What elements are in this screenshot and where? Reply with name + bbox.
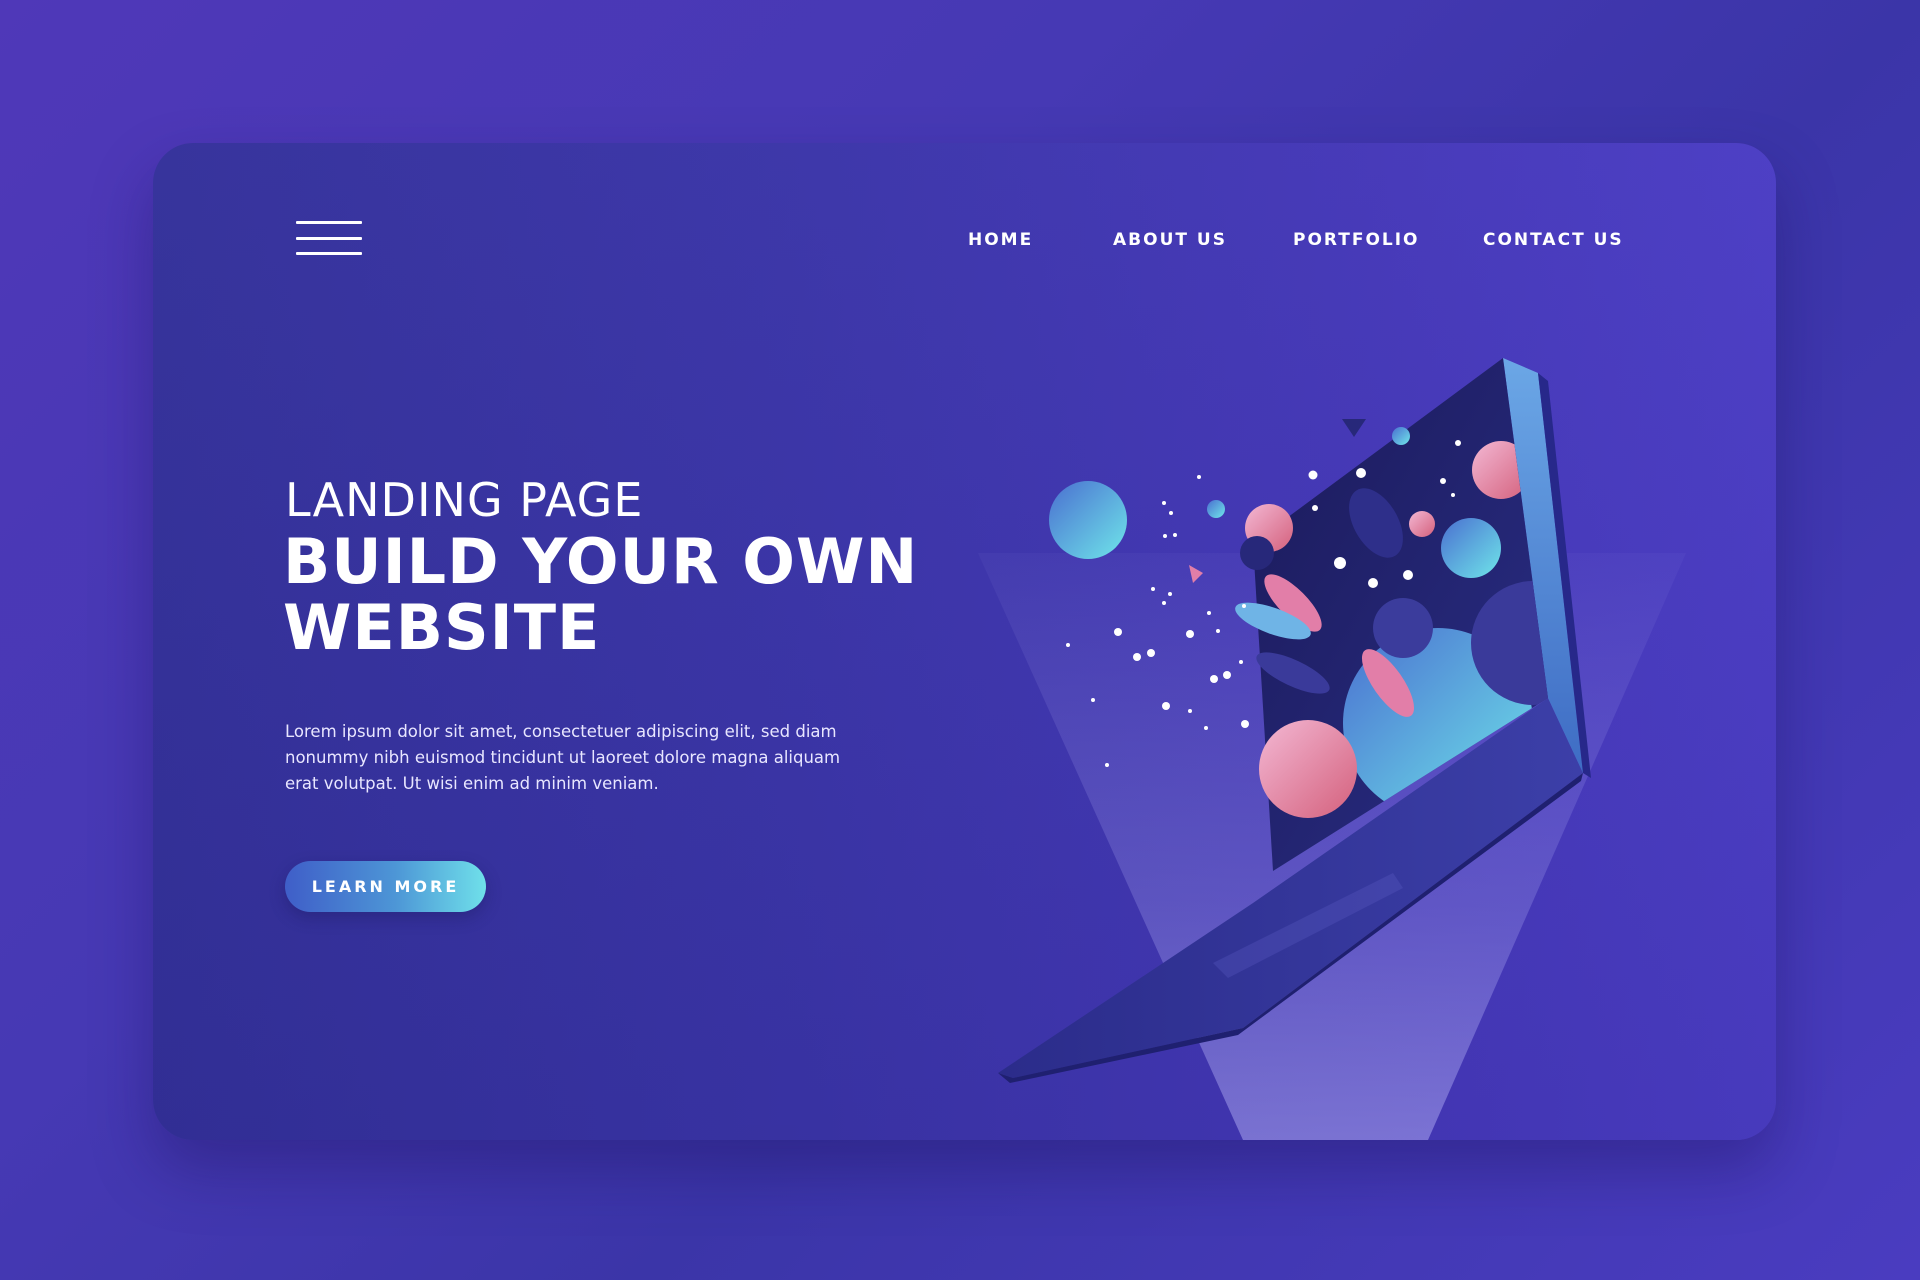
star-dot [1451, 493, 1455, 497]
star-dot [1334, 557, 1346, 569]
star-dot [1368, 578, 1378, 588]
landing-card: HOME ABOUT US PORTFOLIO CONTACT US LANDI… [153, 143, 1776, 1140]
star-dot [1455, 440, 1461, 446]
cyan-sphere-floating [1049, 481, 1127, 559]
laptop-illustration [978, 358, 1686, 1140]
small-dark-sphere [1373, 598, 1433, 658]
star-dot [1403, 570, 1413, 580]
pink-sphere-tiny [1409, 511, 1435, 537]
star-dot [1440, 478, 1446, 484]
dark-triangle [1342, 419, 1366, 437]
cyan-dot [1207, 500, 1225, 518]
cyan-sphere [1441, 518, 1501, 578]
dark-sphere-small [1240, 536, 1274, 570]
pink-sphere-front [1259, 720, 1357, 818]
cyan-dot [1392, 427, 1410, 445]
